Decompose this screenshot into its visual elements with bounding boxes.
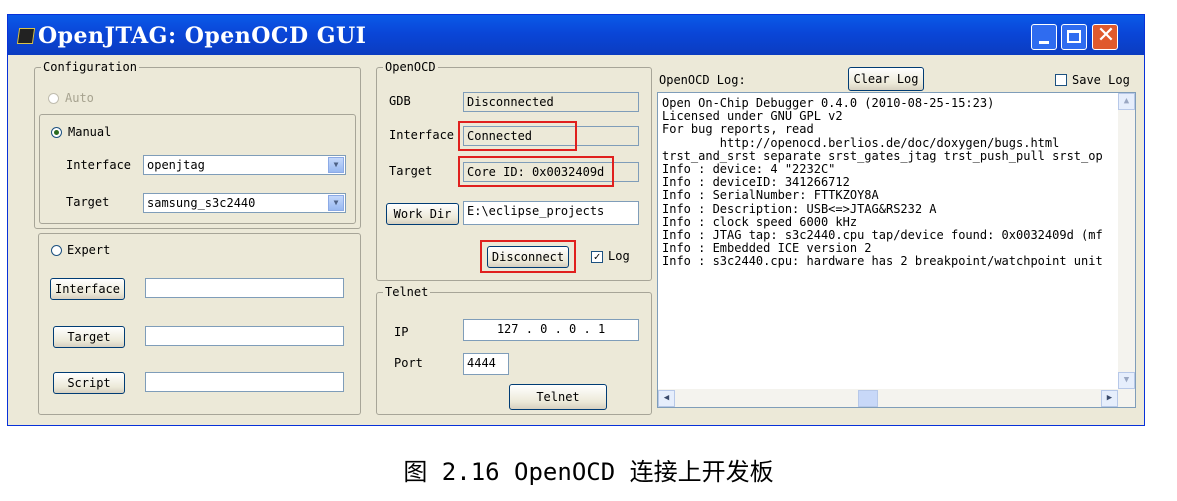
log-checkbox-label: Log <box>608 249 630 263</box>
clear-log-button[interactable]: Clear Log <box>848 67 924 91</box>
configuration-legend: Configuration <box>41 60 139 74</box>
expert-target-button[interactable]: Target <box>53 326 125 348</box>
expert-radio[interactable] <box>51 245 62 256</box>
save-log-checkbox[interactable] <box>1055 74 1067 86</box>
workdir-field[interactable]: E:\eclipse_projects <box>463 201 639 225</box>
log-text: Open On-Chip Debugger 0.4.0 (2010-08-25-… <box>662 97 1103 269</box>
highlight-box <box>458 121 577 151</box>
expert-label: Expert <box>67 243 111 257</box>
interface-status-label: Interface <box>389 128 455 142</box>
close-icon: ✕ <box>1096 23 1116 48</box>
target-label: Target <box>66 195 110 209</box>
expert-script-field[interactable] <box>145 372 344 392</box>
expert-target-field[interactable] <box>145 326 344 346</box>
scroll-down-icon[interactable]: ▼ <box>1118 372 1135 389</box>
target-status-label: Target <box>389 164 433 178</box>
target-combo[interactable]: samsung_s3c2440 ▼ <box>143 193 346 213</box>
scroll-up-icon[interactable]: ▲ <box>1118 93 1135 110</box>
highlight-box <box>458 156 614 187</box>
telnet-button[interactable]: Telnet <box>509 384 607 410</box>
expert-interface-button[interactable]: Interface <box>50 278 125 300</box>
chevron-down-icon[interactable]: ▼ <box>328 157 344 173</box>
save-log-label: Save Log <box>1072 73 1130 87</box>
ip-field[interactable]: 127 . 0 . 0 . 1 <box>463 319 639 341</box>
figure-caption: 图 2.16 OpenOCD 连接上开发板 <box>403 458 774 486</box>
expert-group: Expert Interface Target Script <box>38 233 361 415</box>
interface-combo-value: openjtag <box>147 158 205 172</box>
workdir-button[interactable]: Work Dir <box>386 203 459 225</box>
chevron-down-icon[interactable]: ▼ <box>328 195 344 211</box>
log-label: OpenOCD Log: <box>659 73 746 87</box>
interface-label: Interface <box>66 158 132 172</box>
port-label: Port <box>394 356 423 370</box>
client-area: Configuration Auto Manual Interface open… <box>12 57 1140 421</box>
scroll-left-icon[interactable]: ◀ <box>658 390 675 407</box>
scroll-right-icon[interactable]: ▶ <box>1101 390 1118 407</box>
telnet-group: Telnet IP 127 . 0 . 0 . 1 Port 4444 Teln… <box>376 285 652 415</box>
expert-script-button[interactable]: Script <box>53 372 125 394</box>
openocd-legend: OpenOCD <box>383 60 438 74</box>
configuration-group: Configuration Auto Manual Interface open… <box>34 60 361 229</box>
auto-radio[interactable] <box>48 93 59 104</box>
ip-label: IP <box>394 325 409 339</box>
vertical-scrollbar[interactable]: ▲ ▼ <box>1118 93 1135 389</box>
expert-interface-field[interactable] <box>145 278 344 298</box>
horizontal-scrollbar[interactable]: ◀ ▶ <box>658 389 1135 407</box>
auto-label: Auto <box>65 91 94 105</box>
scroll-thumb[interactable] <box>858 390 878 407</box>
app-icon <box>16 28 36 44</box>
maximize-button[interactable] <box>1061 24 1087 50</box>
window-title: OpenJTAG: OpenOCD GUI <box>38 23 367 49</box>
telnet-legend: Telnet <box>383 285 431 299</box>
log-checkbox[interactable]: ✓ <box>591 251 603 263</box>
interface-combo[interactable]: openjtag ▼ <box>143 155 346 175</box>
log-textarea[interactable]: Open On-Chip Debugger 0.4.0 (2010-08-25-… <box>657 92 1136 408</box>
title-bar[interactable]: OpenJTAG: OpenOCD GUI ✕ <box>8 15 1144 55</box>
minimize-button[interactable] <box>1031 24 1057 50</box>
highlight-box <box>480 240 576 273</box>
maximize-icon <box>1067 30 1081 43</box>
manual-group: Manual Interface openjtag ▼ Target samsu… <box>39 114 356 224</box>
target-combo-value: samsung_s3c2440 <box>147 196 256 210</box>
manual-label: Manual <box>68 125 112 139</box>
port-field[interactable]: 4444 <box>463 353 509 375</box>
manual-radio[interactable] <box>51 127 62 138</box>
close-button[interactable]: ✕ <box>1092 23 1118 50</box>
openocd-group: OpenOCD GDB Disconnected Interface Conne… <box>376 60 652 281</box>
gdb-status: Disconnected <box>463 92 639 112</box>
gdb-label: GDB <box>389 94 411 108</box>
app-window: OpenJTAG: OpenOCD GUI ✕ Configuration Au… <box>7 14 1145 426</box>
minimize-icon <box>1039 41 1049 44</box>
